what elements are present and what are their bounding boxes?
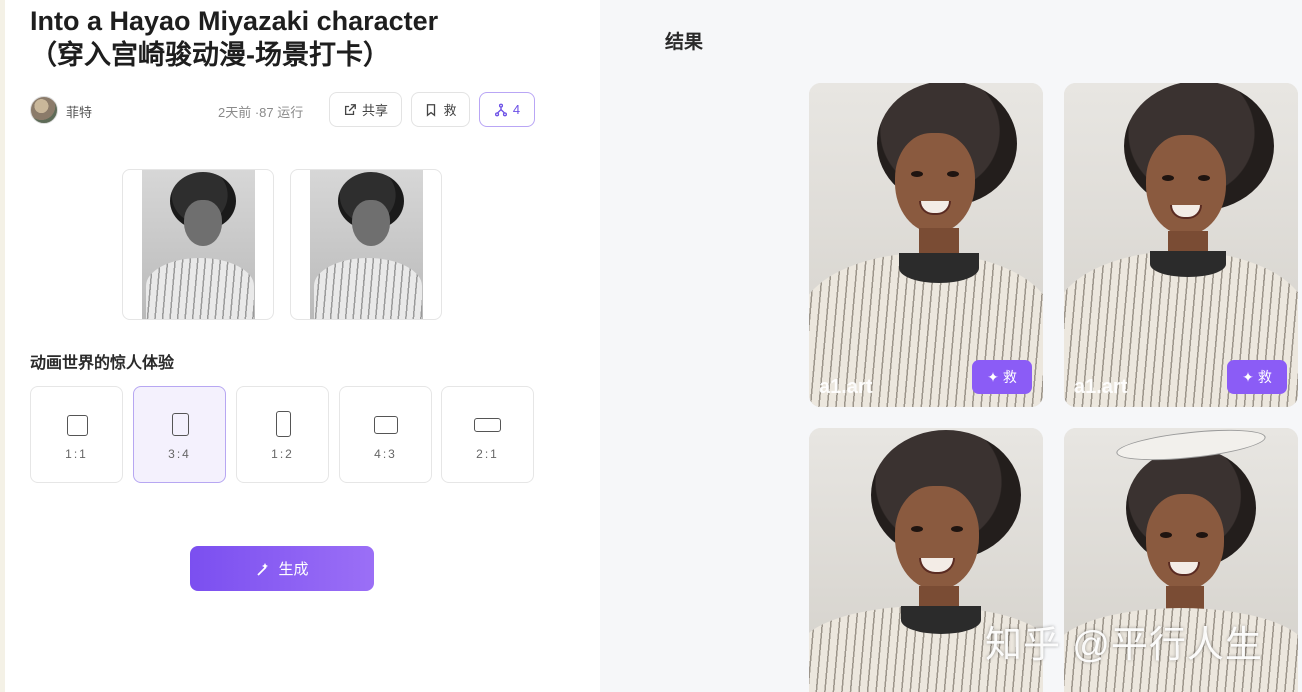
avatar[interactable] xyxy=(30,96,58,124)
left-panel: Into a Hayao Miyazaki character （穿入宫崎骏动漫… xyxy=(0,0,600,692)
title-line-2: （穿入宫崎骏动漫-场景打卡） xyxy=(30,40,390,70)
eye-shape xyxy=(947,171,959,177)
results-title: 结果 xyxy=(665,32,704,53)
eye-shape xyxy=(1160,532,1172,538)
page-title: Into a Hayao Miyazaki character （穿入宫崎骏动漫… xyxy=(30,4,550,72)
ratio-label: 1:2 xyxy=(271,447,294,461)
face-shape xyxy=(352,200,390,246)
generate-label: 生成 xyxy=(278,561,309,578)
generate-button[interactable]: 生成 xyxy=(190,546,374,591)
meta-row: 菲特 2天前 ·87 运行 共享 救 4 xyxy=(30,92,536,128)
save-result-button[interactable]: ✦ 救 xyxy=(1227,360,1287,394)
collar-shape xyxy=(901,606,981,634)
overlay-watermark: 知乎 @平行人生 xyxy=(985,624,1263,665)
section-label: 动画世界的惊人体验 xyxy=(30,355,175,372)
share-label: 共享 xyxy=(361,103,388,118)
ratio-option-2-1[interactable]: 2:1 xyxy=(441,386,534,483)
ratio-label: 3:4 xyxy=(168,447,191,461)
input-photo xyxy=(310,170,423,319)
collar-shape xyxy=(1150,251,1226,277)
eye-shape xyxy=(911,171,923,177)
ratio-label: 4:3 xyxy=(374,447,397,461)
run-info: 2天前 ·87 运行 xyxy=(218,105,304,120)
save-button[interactable]: 救 xyxy=(411,92,470,127)
fork-icon xyxy=(494,103,507,116)
input-image-2[interactable] xyxy=(290,169,442,320)
ratio-label: 2:1 xyxy=(476,447,499,461)
face-shape xyxy=(184,200,222,246)
landscape-ratio-icon xyxy=(374,416,398,434)
ratio-label: 1:1 xyxy=(65,447,88,461)
ratio-option-1-1[interactable]: 1:1 xyxy=(30,386,123,483)
input-image-1[interactable] xyxy=(122,169,274,320)
sparkle-icon: ✦ xyxy=(1242,368,1254,385)
eye-shape xyxy=(951,526,963,532)
title-line-1: Into a Hayao Miyazaki character xyxy=(30,6,439,36)
sparkle-icon: ✦ xyxy=(987,368,999,385)
fork-button[interactable]: 4 xyxy=(479,92,535,127)
eye-shape xyxy=(1162,175,1174,181)
result-image-1[interactable]: a1.art ✦ 救 xyxy=(809,83,1043,407)
ratio-option-4-3[interactable]: 4:3 xyxy=(339,386,432,483)
face-shape xyxy=(895,133,975,233)
eye-shape xyxy=(1198,175,1210,181)
wide-ratio-icon xyxy=(474,418,501,432)
face-shape xyxy=(1146,135,1226,235)
tall-ratio-icon xyxy=(276,411,291,437)
input-photo xyxy=(142,170,255,319)
ratio-option-1-2[interactable]: 1:2 xyxy=(236,386,329,483)
eye-shape xyxy=(1196,532,1208,538)
brand-watermark: a1.art xyxy=(819,376,873,398)
share-icon xyxy=(344,103,356,115)
author-name[interactable]: 菲特 xyxy=(66,102,92,121)
portrait-ratio-icon xyxy=(172,413,189,436)
left-edge-strip xyxy=(0,0,5,692)
bookmark-icon xyxy=(427,103,436,117)
save-label: 救 xyxy=(443,103,457,118)
save-badge-label: 救 xyxy=(1257,369,1272,385)
eye-shape xyxy=(911,526,923,532)
collar-shape xyxy=(899,253,979,283)
brand-watermark: a1.art xyxy=(1074,376,1128,398)
shirt-shape xyxy=(314,258,422,319)
result-image-2[interactable]: a1.art ✦ 救 xyxy=(1064,83,1298,407)
share-button[interactable]: 共享 xyxy=(329,92,402,127)
face-shape xyxy=(895,486,979,590)
ratio-option-3-4[interactable]: 3:4 xyxy=(133,386,226,483)
shirt-shape xyxy=(146,258,254,319)
magic-wand-icon xyxy=(257,562,269,576)
square-ratio-icon xyxy=(67,415,88,436)
fork-count: 4 xyxy=(512,102,521,117)
save-result-button[interactable]: ✦ 救 xyxy=(972,360,1032,394)
save-badge-label: 救 xyxy=(1002,369,1017,385)
